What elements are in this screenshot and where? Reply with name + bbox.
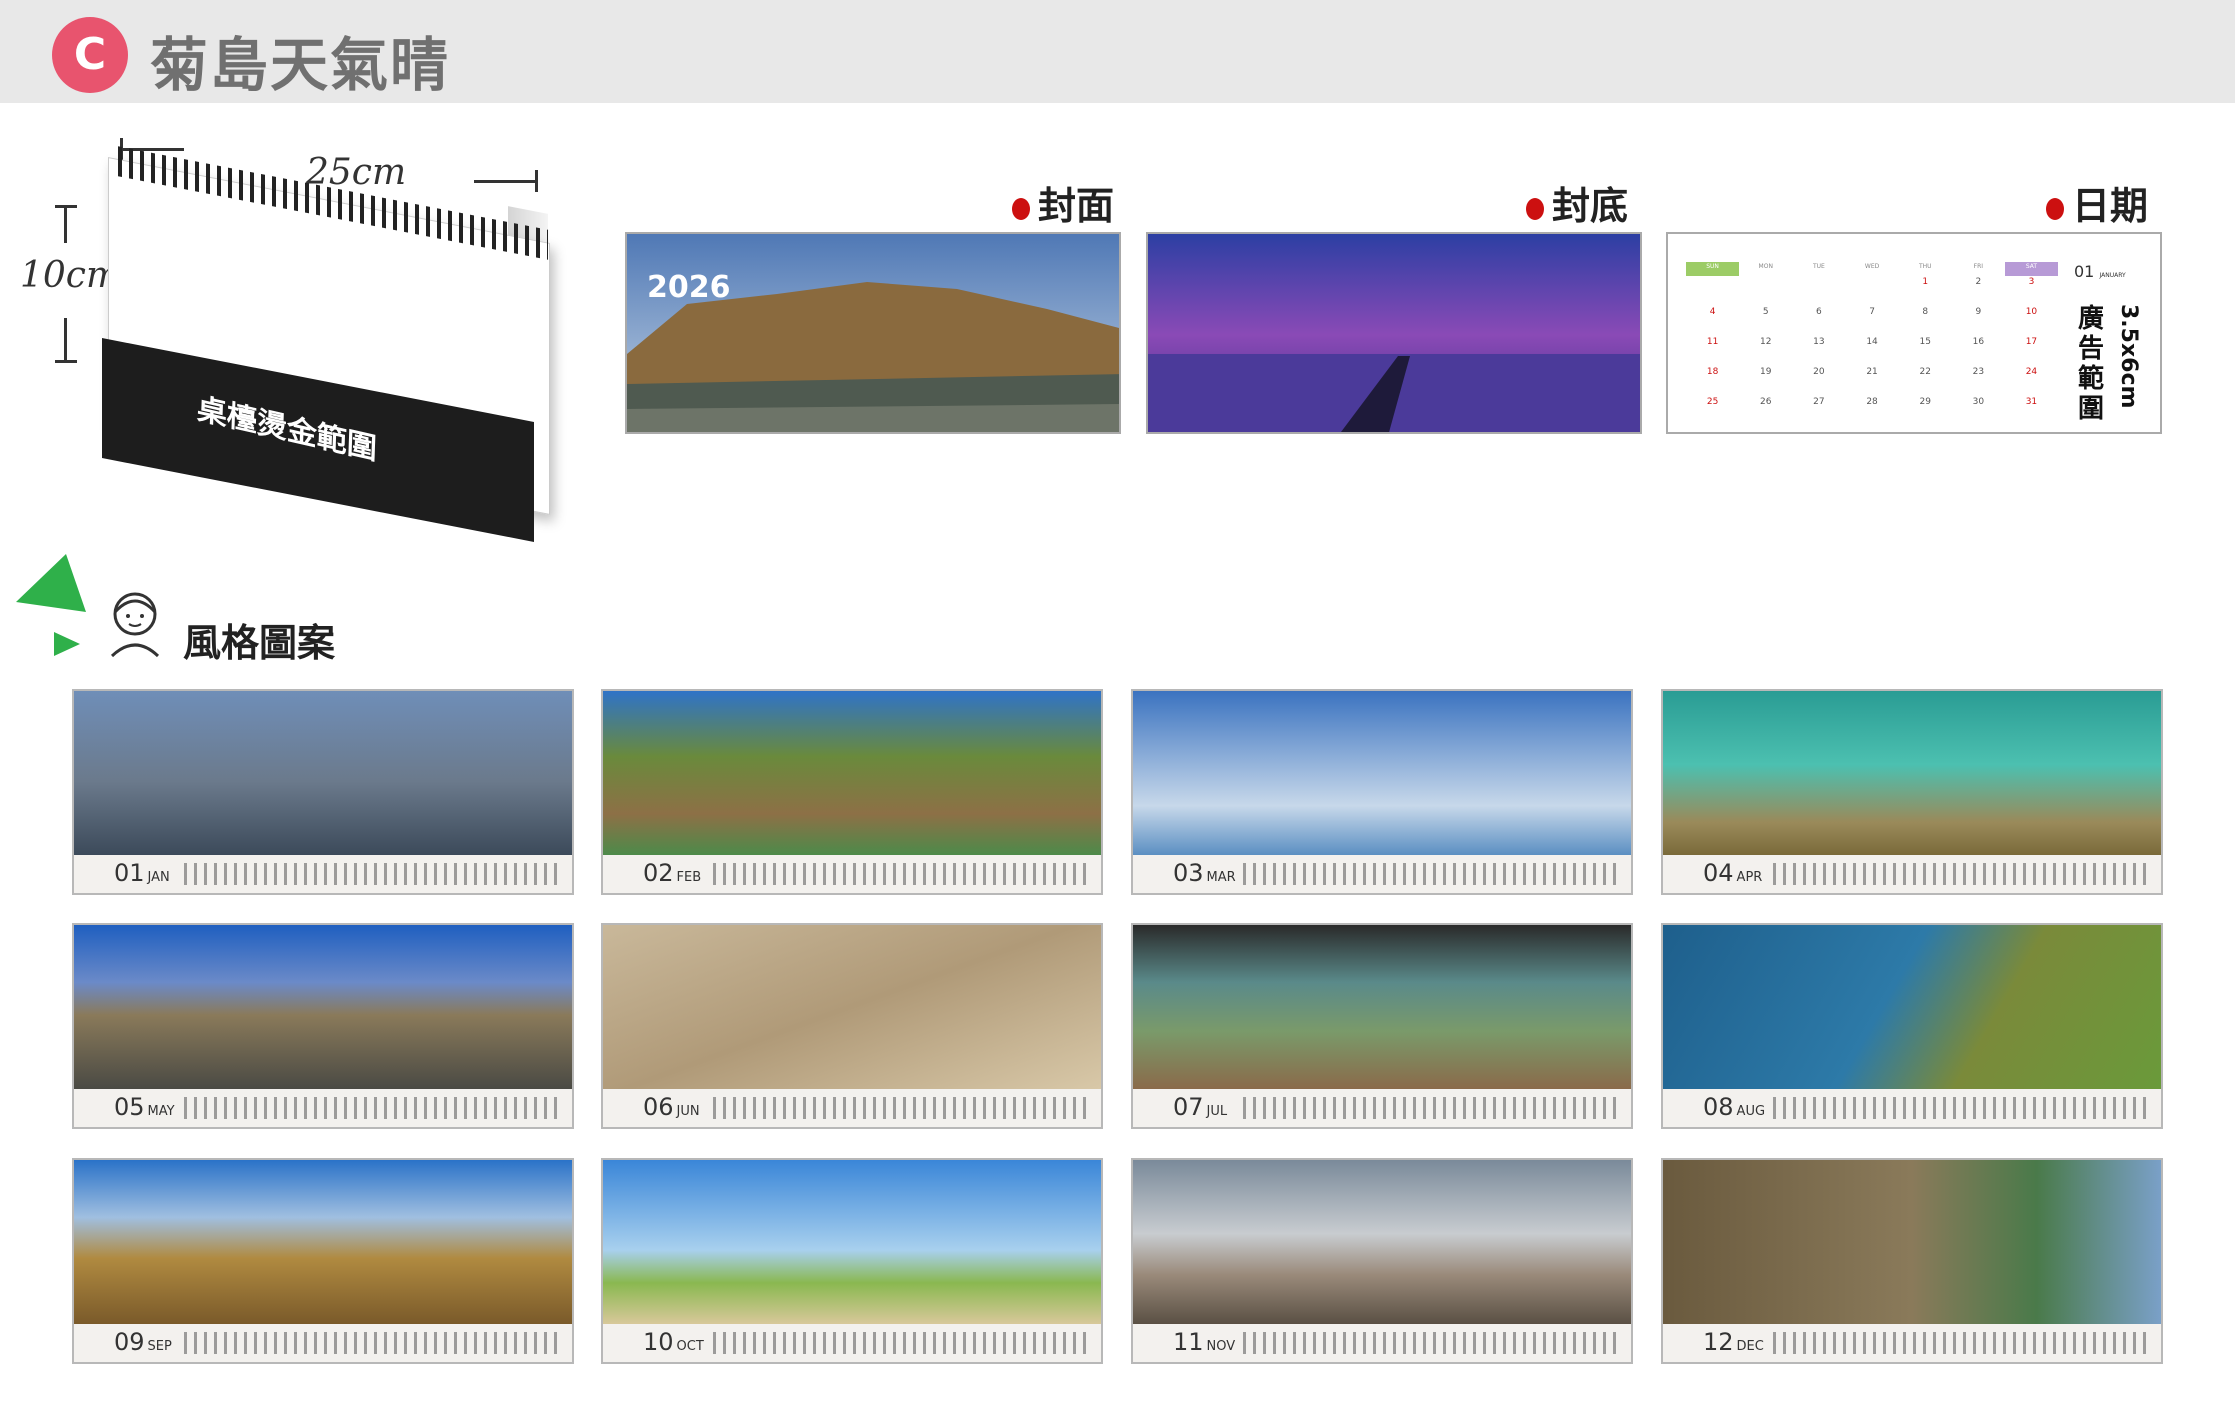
day-strip bbox=[1243, 1332, 1618, 1354]
dimension-line bbox=[64, 318, 67, 360]
month-card: 06 JUN bbox=[601, 923, 1103, 1129]
day-strip bbox=[184, 863, 559, 885]
month-label: 02 FEB bbox=[643, 859, 702, 887]
month-label: 08 AUG bbox=[1703, 1093, 1766, 1121]
height-label: 10cm bbox=[20, 255, 121, 296]
month-card: 02 FEB bbox=[601, 689, 1103, 895]
month-card: 01 JAN bbox=[72, 689, 574, 895]
cover-image: 2026 bbox=[625, 232, 1121, 434]
girl-doodle-icon bbox=[110, 592, 160, 658]
dimension-tick bbox=[55, 360, 77, 363]
dimension-line bbox=[64, 205, 67, 243]
back-label: 封底 bbox=[1526, 175, 1628, 230]
red-dot-icon bbox=[1526, 197, 1544, 220]
date-label: 日期 bbox=[2046, 175, 2148, 230]
month-label: 07 JUL bbox=[1173, 1093, 1228, 1121]
cover-label: 封面 bbox=[1012, 175, 1114, 230]
month-label: 12 DEC bbox=[1703, 1328, 1764, 1356]
month-label: 10 OCT bbox=[643, 1328, 704, 1356]
month-card: 07 JUL bbox=[1131, 923, 1633, 1129]
ad-area-label: 廣告範圍 bbox=[2078, 304, 2105, 424]
day-strip bbox=[1773, 863, 2148, 885]
month-label: 03 MAR bbox=[1173, 859, 1236, 887]
month-card: 04 APR bbox=[1661, 689, 2163, 895]
month-label: 04 APR bbox=[1703, 859, 1763, 887]
back-image bbox=[1146, 232, 1642, 434]
month-label: 05 MAY bbox=[114, 1093, 175, 1121]
day-strip bbox=[713, 863, 1088, 885]
dimension-line bbox=[474, 180, 538, 183]
day-strip bbox=[713, 1097, 1088, 1119]
section-badge: C bbox=[52, 17, 128, 93]
month-label: 09 SEP bbox=[114, 1328, 172, 1356]
month-number: 01 JANUARY bbox=[2074, 262, 2126, 281]
month-label: 11 NOV bbox=[1173, 1328, 1236, 1356]
ad-area-size: 3.5x6cm bbox=[2116, 304, 2141, 409]
month-card: 11 NOV bbox=[1131, 1158, 1633, 1364]
mini-calendar: SUN MON TUE WED THU FRI SAT 123 4 5 6 7 8 9 10… bbox=[1686, 262, 2058, 426]
cover-year: 2026 bbox=[647, 270, 731, 305]
month-card: 10 OCT bbox=[601, 1158, 1103, 1364]
back-photo bbox=[1148, 234, 1640, 432]
day-strip bbox=[1243, 1097, 1618, 1119]
day-strip bbox=[1773, 1332, 2148, 1354]
dimension-tick bbox=[535, 170, 538, 192]
green-triangle-icon bbox=[16, 554, 86, 656]
cover-photo bbox=[627, 234, 1119, 432]
month-label: 01 JAN bbox=[114, 859, 170, 887]
month-card: 03 MAR bbox=[1131, 689, 1633, 895]
red-dot-icon bbox=[1012, 197, 1030, 220]
red-dot-icon bbox=[2046, 197, 2064, 220]
month-card: 05 MAY bbox=[72, 923, 574, 1129]
day-strip bbox=[713, 1332, 1088, 1354]
month-card: 09 SEP bbox=[72, 1158, 574, 1364]
hot-stamp-label: 桌檯燙金範圍 bbox=[196, 391, 378, 468]
month-card: 08 AUG bbox=[1661, 923, 2163, 1129]
month-card: 12 DEC bbox=[1661, 1158, 2163, 1364]
day-strip bbox=[1243, 863, 1618, 885]
day-strip bbox=[184, 1332, 559, 1354]
page-title: 菊島天氣晴 bbox=[150, 31, 451, 99]
date-panel: SUN MON TUE WED THU FRI SAT 123 4 5 6 7 8 9 10… bbox=[1666, 232, 2162, 434]
day-strip bbox=[1773, 1097, 2148, 1119]
day-strip bbox=[184, 1097, 559, 1119]
month-label: 06 JUN bbox=[643, 1093, 700, 1121]
section-title: 風格圖案 bbox=[183, 621, 336, 665]
